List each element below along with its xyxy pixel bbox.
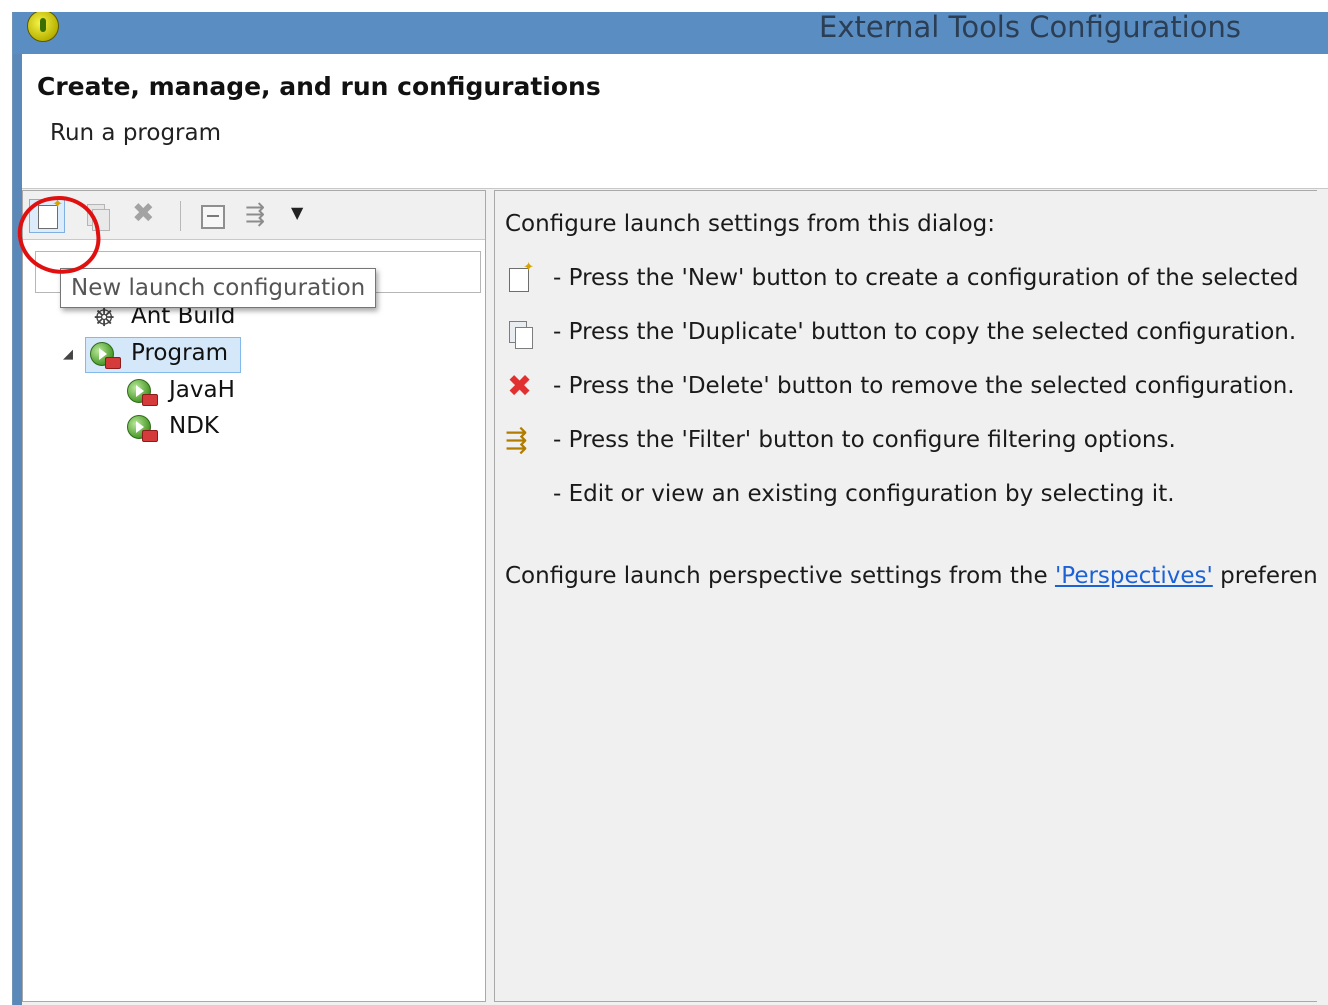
tree-item-label: Program (131, 340, 229, 366)
configuration-tree-panel: ✖ ⇶ ▼ ☸ Ant Build ◢ Program JavaH NDK (22, 190, 486, 1002)
window-frame-left (13, 54, 22, 1005)
program-icon (127, 415, 158, 442)
dialog-header: Create, manage, and run configurations R… (22, 54, 1328, 189)
filter-button[interactable]: ⇶ (241, 199, 275, 231)
new-config-icon (505, 260, 539, 299)
program-icon (127, 379, 158, 406)
screen-edge (0, 0, 12, 1005)
tree-item-label: JavaH (169, 377, 235, 403)
perspectives-prefix: Configure launch perspective settings fr… (505, 563, 1055, 589)
new-launch-configuration-button[interactable] (29, 197, 65, 233)
new-config-icon (38, 197, 63, 229)
filter-icon: ⇶ (505, 425, 528, 456)
duplicate-button[interactable] (79, 199, 113, 231)
delete-icon: ✖ (132, 198, 155, 229)
delete-icon: ✖ (507, 369, 533, 404)
new-launch-configuration-tooltip: New launch configuration (60, 268, 377, 308)
help-line-text: - Press the 'Filter' button to configure… (553, 427, 1176, 453)
header-subtitle: Run a program (50, 120, 221, 146)
help-line-text: - Press the 'Delete' button to remove th… (553, 373, 1295, 399)
collapse-arrow-icon[interactable]: ◢ (63, 347, 73, 362)
window-title: External Tools Configurations (819, 12, 1241, 44)
program-icon (90, 342, 121, 369)
perspectives-line: Configure launch perspective settings fr… (505, 563, 1317, 589)
tree-item-label: NDK (169, 413, 219, 439)
tree-item-program[interactable]: Program (85, 337, 241, 373)
tree-toolbar: ✖ ⇶ ▼ (23, 191, 485, 240)
duplicate-icon (87, 204, 110, 231)
duplicate-icon (505, 319, 539, 353)
eclipse-icon[interactable] (27, 12, 59, 42)
header-title: Create, manage, and run configurations (37, 72, 601, 101)
delete-button[interactable]: ✖ (127, 198, 161, 231)
title-bar[interactable]: External Tools Configurations (13, 12, 1328, 54)
help-line-text: - Press the 'New' button to create a con… (553, 265, 1299, 291)
filter-icon: ⇶ (245, 200, 266, 228)
collapse-all-button[interactable] (193, 199, 227, 231)
toolbar-separator (180, 201, 181, 231)
configuration-help-panel: Configure launch settings from this dial… (494, 190, 1317, 1002)
help-line-text: - Press the 'Duplicate' button to copy t… (553, 319, 1297, 345)
collapse-all-icon (201, 205, 225, 229)
help-intro: Configure launch settings from this dial… (505, 211, 995, 237)
perspectives-link[interactable]: 'Perspectives' (1055, 563, 1213, 589)
filter-dropdown-arrow-icon[interactable]: ▼ (291, 203, 303, 222)
help-line-text: - Edit or view an existing configuration… (553, 481, 1175, 507)
perspectives-suffix: preferen (1212, 563, 1317, 589)
